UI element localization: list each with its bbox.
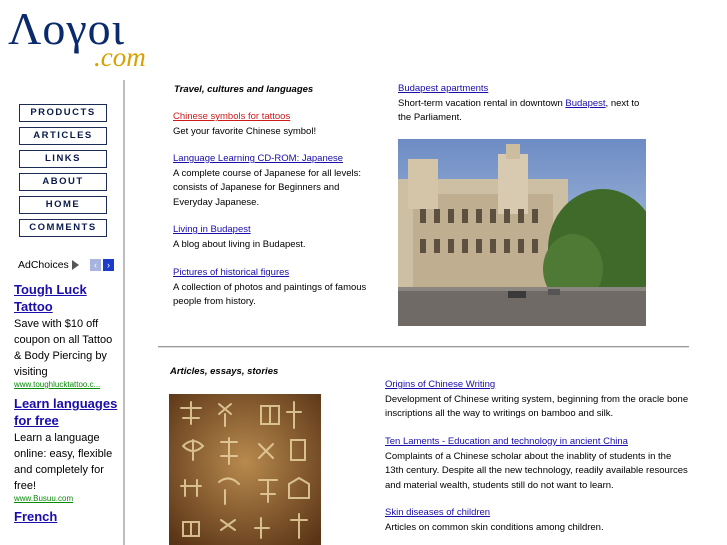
site-logo[interactable]: Λογοι .com — [8, 6, 158, 73]
section-title-articles: Articles, essays, stories — [170, 366, 279, 377]
nav-comments-button[interactable]: COMMENTS — [19, 219, 107, 237]
ad-text: Save with $10 off coupon on all Tattoo &… — [14, 318, 113, 378]
item-link[interactable]: Budapest apartments — [398, 83, 488, 94]
item-link[interactable]: Chinese symbols for tattoos — [173, 111, 290, 122]
list-item: Skin diseases of children Articles on co… — [385, 506, 690, 535]
ad-text: Learn a language online: easy, flexible … — [14, 432, 113, 492]
nav-links-button[interactable]: LINKS — [19, 150, 107, 168]
adchoices[interactable]: AdChoices — [18, 259, 79, 271]
nav-products-button[interactable]: PRODUCTS — [19, 104, 107, 122]
nav-home-button[interactable]: HOME — [19, 196, 107, 214]
ad-prev-icon[interactable]: ‹ — [90, 259, 101, 271]
budapest-inline-link[interactable]: Budapest — [565, 98, 605, 109]
ad-title-link[interactable]: Tough Luck Tattoo — [14, 281, 120, 315]
item-description: A collection of photos and paintings of … — [173, 281, 367, 308]
ad-title-link[interactable]: Learn languages for free — [14, 395, 120, 429]
ad-item: Tough Luck Tattoo Save with $10 off coup… — [14, 281, 120, 389]
item-link[interactable]: Ten Laments - Education and technology i… — [385, 436, 628, 447]
item-description: Complaints of a Chinese scholar about th… — [385, 450, 688, 491]
section-title-travel: Travel, cultures and languages — [174, 84, 314, 95]
list-item: Pictures of historical figures A collect… — [173, 266, 378, 310]
ad-item: French — [14, 508, 120, 525]
item-link[interactable]: Language Learning CD-ROM: Japanese — [173, 153, 343, 164]
item-link[interactable]: Skin diseases of children — [385, 507, 490, 518]
list-item: Origins of Chinese Writing Development o… — [385, 378, 700, 422]
logo-sub-text: .com — [94, 42, 146, 72]
desc-text: Short-term vacation rental in downtown — [398, 97, 566, 109]
list-item: Chinese symbols for tattoos Get your fav… — [173, 110, 378, 139]
item-description: A blog about living in Budapest. — [173, 238, 306, 250]
list-item: Living in Budapest A blog about living i… — [173, 223, 378, 252]
item-description: Articles on common skin conditions among… — [385, 521, 604, 533]
section-divider — [158, 346, 689, 348]
ad-title-link[interactable]: French — [14, 508, 120, 525]
list-item: Budapest apartments Short-term vacation … — [398, 82, 653, 126]
item-link[interactable]: Origins of Chinese Writing — [385, 379, 495, 390]
list-item: Language Learning CD-ROM: Japanese A com… — [173, 152, 373, 210]
item-description: A complete course of Japanese for all le… — [173, 167, 361, 208]
item-description: Short-term vacation rental in downtown B… — [398, 97, 653, 126]
ad-url-link[interactable]: www.Busuu.com — [14, 494, 120, 503]
nav-menu: PRODUCTS ARTICLES LINKS ABOUT HOME COMME… — [19, 104, 107, 242]
item-description: Get your favorite Chinese symbol! — [173, 125, 317, 137]
adchoices-label: AdChoices — [18, 259, 69, 271]
list-item: Ten Laments - Education and technology i… — [385, 435, 690, 493]
ad-list: Tough Luck Tattoo Save with $10 off coup… — [14, 281, 120, 525]
budapest-parliament-photo[interactable] — [398, 139, 646, 326]
ad-item: Learn languages for free Learn a languag… — [14, 395, 120, 503]
nav-articles-button[interactable]: ARTICLES — [19, 127, 107, 145]
sidebar-divider — [123, 80, 125, 545]
ad-pager: ‹ › — [90, 259, 114, 271]
ad-next-icon[interactable]: › — [103, 259, 114, 271]
nav-about-button[interactable]: ABOUT — [19, 173, 107, 191]
oracle-bone-script-photo[interactable] — [169, 394, 321, 545]
adchoices-icon — [71, 260, 79, 270]
item-link[interactable]: Living in Budapest — [173, 224, 251, 235]
item-description: Development of Chinese writing system, b… — [385, 393, 689, 420]
item-link[interactable]: Pictures of historical figures — [173, 267, 289, 278]
ad-url-link[interactable]: www.toughlucktattoo.c... — [14, 380, 120, 389]
